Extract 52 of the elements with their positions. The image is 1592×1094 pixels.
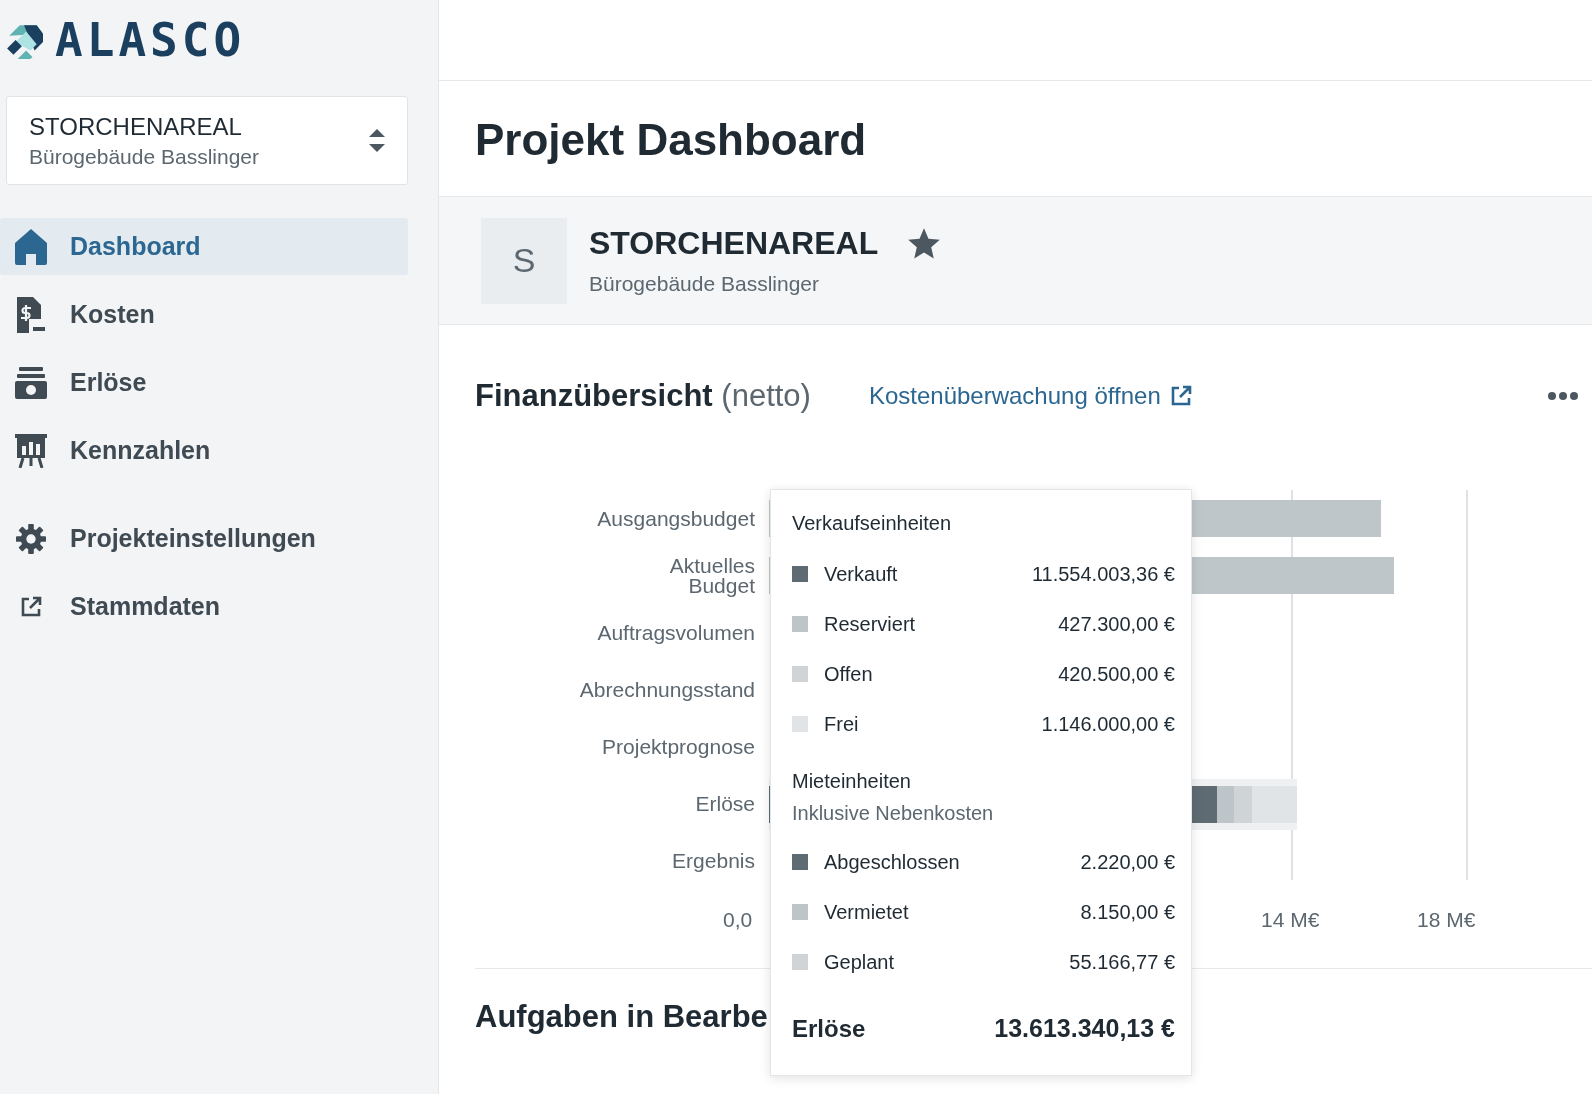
section-title: Aufgaben in Bearbe bbox=[475, 999, 768, 1035]
project-selector[interactable]: STORCHENAREAL Bürogebäude Basslinger bbox=[6, 96, 408, 185]
legend-label: Frei bbox=[824, 712, 860, 736]
category-label: Ergebnis bbox=[671, 847, 755, 874]
legend-label: Vermietet bbox=[824, 900, 910, 924]
legend-label: Offen bbox=[824, 662, 874, 686]
project-subtitle: Bürogebäude Basslinger bbox=[589, 272, 820, 296]
legend-value: 427.300,00 € bbox=[1058, 612, 1175, 636]
dollar-document-icon bbox=[15, 296, 47, 333]
nav-item[interactable]: Kennzahlen bbox=[0, 422, 408, 479]
tooltip-note: Inklusive Nebenkosten bbox=[792, 802, 995, 825]
axis-tick-label: 18 M€ bbox=[1417, 908, 1476, 932]
tooltip-heading: Mieteinheiten bbox=[792, 770, 912, 794]
legend-value: 420.500,00 € bbox=[1058, 662, 1175, 686]
section-title: Finanzübersicht (netto) bbox=[475, 378, 811, 414]
legend-label: Reserviert bbox=[824, 612, 917, 636]
cost-monitoring-link[interactable]: Kostenüberwachung öffnen bbox=[868, 382, 1193, 410]
category-label: Erlöse bbox=[694, 790, 755, 817]
cash-icon bbox=[15, 366, 47, 399]
project-name: STORCHENAREAL bbox=[589, 225, 879, 262]
category-label: Abrechnungsstand bbox=[578, 676, 755, 703]
legend-value: 11.554.003,36 € bbox=[1031, 562, 1175, 586]
nav-item[interactable]: Projekteinstellungen bbox=[0, 510, 408, 567]
legend-value: 55.166,77 € bbox=[1069, 950, 1175, 974]
tooltip-heading: Verkaufseinheiten bbox=[792, 512, 952, 536]
total-label: Erlöse bbox=[792, 1014, 867, 1043]
category-label: Ausgangsbudget bbox=[596, 505, 755, 532]
nav-item[interactable]: Dashboard bbox=[0, 218, 408, 275]
home-icon bbox=[15, 228, 47, 265]
logo-text: ALASCO bbox=[55, 18, 246, 62]
legend-value: 8.150,00 € bbox=[1080, 900, 1175, 924]
axis-tick-label: 0,0 bbox=[723, 908, 753, 932]
total-value: 13.613.340,13 € bbox=[994, 1014, 1175, 1043]
presentation-chart-icon bbox=[15, 433, 47, 468]
legend-label: Geplant bbox=[824, 950, 896, 974]
project-avatar: S bbox=[481, 217, 567, 304]
category-label: Aktuelles Budget bbox=[668, 552, 755, 599]
legend-value: 1.146.000,00 € bbox=[1041, 712, 1175, 736]
settings-icon bbox=[16, 523, 46, 554]
nav-item[interactable]: Kosten bbox=[0, 286, 408, 343]
more-options-icon[interactable] bbox=[1548, 392, 1578, 400]
nav-item[interactable]: Erlöse bbox=[0, 354, 408, 411]
category-label: Auftragsvolumen bbox=[596, 619, 755, 646]
axis-tick-label: 14 M€ bbox=[1261, 908, 1320, 932]
nav-item[interactable]: Stammdaten bbox=[0, 578, 408, 635]
legend-value: 2.220,00 € bbox=[1080, 850, 1175, 874]
external-link-icon bbox=[19, 594, 43, 619]
category-label: Projektprognose bbox=[601, 733, 755, 760]
legend-label: Verkauft bbox=[824, 562, 899, 586]
page-title: Projekt Dashboard bbox=[474, 114, 868, 166]
legend-label: Abgeschlossen bbox=[824, 850, 961, 874]
sort-caret-icon bbox=[369, 128, 385, 153]
